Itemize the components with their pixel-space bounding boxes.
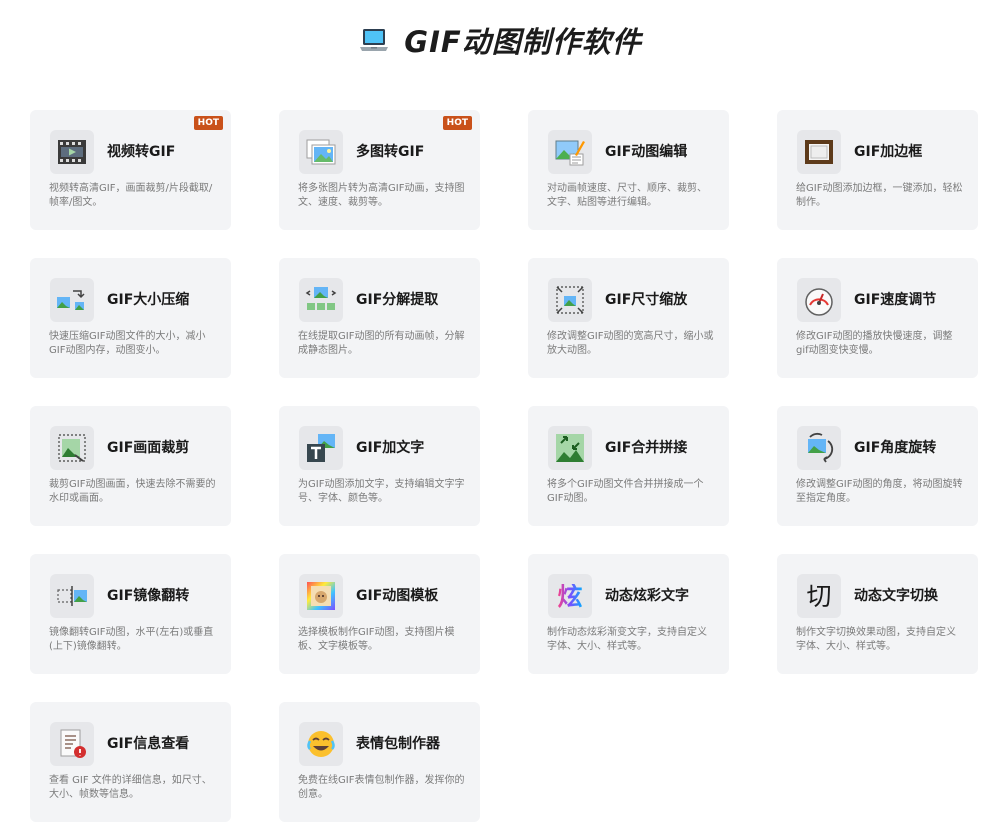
tool-card-gif-split[interactable]: GIF分解提取 在线提取GIF动图的所有动画帧，分解成静态图片。 xyxy=(279,258,480,378)
merge-icon xyxy=(556,434,584,462)
page-title: GIF动图制作软件 xyxy=(404,25,642,59)
tool-card-gif-speed[interactable]: GIF速度调节 修改GIF动图的播放快慢速度，调整gif动图变快变慢。 xyxy=(777,258,978,378)
tool-description: 查看 GIF 文件的详细信息，如尺寸、大小、帧数等信息。 xyxy=(49,775,212,800)
tool-title: GIF合并拼接 xyxy=(605,440,688,456)
tool-title: GIF画面裁剪 xyxy=(107,440,190,456)
film-icon xyxy=(58,140,86,164)
tool-description: 选择模板制作GIF动图，支持图片模板、文字模板等。 xyxy=(298,627,455,652)
page-header: GIF动图制作软件 xyxy=(0,18,1000,62)
hot-badge: HOT xyxy=(442,116,472,130)
tool-description: 为GIF动图添加文字，支持编辑文字字号、字体、颜色等。 xyxy=(298,479,465,504)
tool-description: 在线提取GIF动图的所有动画帧，分解成静态图片。 xyxy=(298,331,465,356)
tool-description: 将多个GIF动图文件合并拼接成一个GIF动图。 xyxy=(547,479,704,504)
tool-description: 修改GIF动图的播放快慢速度，调整gif动图变快变慢。 xyxy=(796,331,953,356)
tool-description: 修改调整GIF动图的宽高尺寸，缩小或放大动图。 xyxy=(547,331,714,356)
tool-card-gif-crop[interactable]: GIF画面裁剪 裁剪GIF动图画面，快速去除不需要的水印或画面。 xyxy=(30,406,231,526)
tool-description: 给GIF动图添加边框，一键添加，轻松制作。 xyxy=(796,183,963,208)
tool-card-gif-compress[interactable]: GIF大小压缩 快速压缩GIF动图文件的大小，减小GIF动图内存，动图变小。 xyxy=(30,258,231,378)
tool-card-switch-text[interactable]: 切 动态文字切换 制作文字切换效果动图，支持自定义字体、大小、样式等。 xyxy=(777,554,978,674)
info-doc-icon xyxy=(60,729,86,758)
tool-description: 修改调整GIF动图的角度，将动图旋转至指定角度。 xyxy=(796,479,963,504)
tool-description: 对动画帧速度、尺寸、顺序、裁剪、文字、贴图等进行编辑。 xyxy=(547,183,707,208)
images-icon xyxy=(306,139,336,165)
tool-description: 制作文字切换效果动图，支持自定义字体、大小、样式等。 xyxy=(796,627,956,652)
split-icon xyxy=(305,287,337,310)
tool-description: 快速压缩GIF动图文件的大小，减小GIF动图内存，动图变小。 xyxy=(49,331,206,356)
tool-title: 多图转GIF xyxy=(356,144,425,160)
tool-card-gif-mirror[interactable]: GIF镜像翻转 镜像翻转GIF动图，水平(左右)或垂直(上下)镜像翻转。 xyxy=(30,554,231,674)
tool-card-gif-merge[interactable]: GIF合并拼接 将多个GIF动图文件合并拼接成一个GIF动图。 xyxy=(528,406,729,526)
tool-title: 表情包制作器 xyxy=(356,736,440,752)
hot-badge: HOT xyxy=(193,116,223,130)
frame-icon xyxy=(805,140,833,164)
tool-title: GIF尺寸缩放 xyxy=(605,292,688,308)
laptop-icon xyxy=(360,29,389,51)
crop-icon xyxy=(58,434,86,462)
tool-description: 裁剪GIF动图画面，快速去除不需要的水印或画面。 xyxy=(49,479,216,504)
tool-card-gif-info[interactable]: GIF信息查看 查看 GIF 文件的详细信息，如尺寸、大小、帧数等信息。 xyxy=(30,702,231,822)
tool-title: 动态炫彩文字 xyxy=(605,588,689,604)
emoji-icon xyxy=(307,731,335,757)
tool-description: 视频转高清GIF，画面裁剪/片段截取/帧率/图文。 xyxy=(49,183,213,208)
colorful-text-icon: 炫 xyxy=(557,581,583,611)
tool-card-images-to-gif[interactable]: 多图转GIF HOT 将多张图片转为高清GIF动画，支持图文、速度、裁剪等。 xyxy=(279,110,480,230)
tool-title: 视频转GIF xyxy=(107,144,176,160)
tool-description: 制作动态炫彩渐变文字，支持自定义字体、大小、样式等。 xyxy=(547,627,707,652)
tool-card-gif-border[interactable]: GIF加边框 给GIF动图添加边框，一键添加，轻松制作。 xyxy=(777,110,978,230)
tool-title: GIF信息查看 xyxy=(107,736,190,752)
tool-title: GIF加边框 xyxy=(854,144,923,160)
compress-icon xyxy=(57,290,85,310)
mirror-icon xyxy=(57,586,87,606)
edit-image-icon xyxy=(555,140,585,166)
text-icon xyxy=(307,434,335,462)
tool-card-gif-text[interactable]: GIF加文字 为GIF动图添加文字，支持编辑文字字号、字体、颜色等。 xyxy=(279,406,480,526)
tool-title: GIF角度旋转 xyxy=(854,440,937,456)
tool-title: GIF动图模板 xyxy=(356,588,439,604)
template-icon xyxy=(307,582,335,610)
tool-card-gif-edit[interactable]: GIF动图编辑 对动画帧速度、尺寸、顺序、裁剪、文字、贴图等进行编辑。 xyxy=(528,110,729,230)
tool-card-gif-template[interactable]: GIF动图模板 选择模板制作GIF动图，支持图片模板、文字模板等。 xyxy=(279,554,480,674)
tool-card-gif-rotate[interactable]: GIF角度旋转 修改调整GIF动图的角度，将动图旋转至指定角度。 xyxy=(777,406,978,526)
tool-title: GIF加文字 xyxy=(356,440,425,456)
switch-text-icon: 切 xyxy=(806,581,832,611)
tool-title: GIF镜像翻转 xyxy=(107,588,190,604)
tool-description: 将多张图片转为高清GIF动画，支持图文、速度、裁剪等。 xyxy=(298,183,465,208)
tool-title: GIF动图编辑 xyxy=(605,144,688,160)
tool-title: GIF速度调节 xyxy=(854,292,937,308)
tool-title: GIF分解提取 xyxy=(356,292,439,308)
tool-card-gif-resize[interactable]: GIF尺寸缩放 修改调整GIF动图的宽高尺寸，缩小或放大动图。 xyxy=(528,258,729,378)
resize-icon xyxy=(556,286,584,314)
rotate-icon xyxy=(808,432,834,463)
tool-title: 动态文字切换 xyxy=(854,588,938,604)
tool-description: 镜像翻转GIF动图，水平(左右)或垂直(上下)镜像翻转。 xyxy=(49,627,214,652)
tool-card-emoji-maker[interactable]: 表情包制作器 免费在线GIF表情包制作器，发挥你的创意。 xyxy=(279,702,480,822)
tool-card-video-to-gif[interactable]: 视频转GIF HOT 视频转高清GIF，画面裁剪/片段截取/帧率/图文。 xyxy=(30,110,231,230)
tool-card-colorful-text[interactable]: 炫 动态炫彩文字 制作动态炫彩渐变文字，支持自定义字体、大小、样式等。 xyxy=(528,554,729,674)
tool-description: 免费在线GIF表情包制作器，发挥你的创意。 xyxy=(298,775,465,800)
tool-title: GIF大小压缩 xyxy=(107,292,190,308)
speedometer-icon xyxy=(805,288,833,316)
